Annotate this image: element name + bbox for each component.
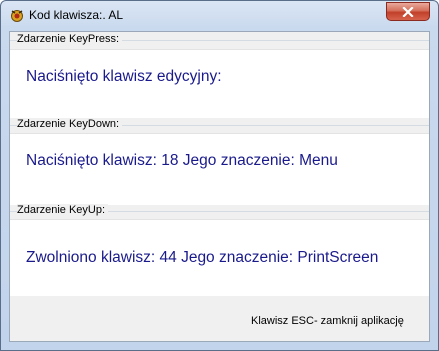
keypress-group: Zdarzenie KeyPress: Naciśnięto klawisz e… xyxy=(10,32,429,120)
keydown-group: Zdarzenie KeyDown: Naciśnięto klawisz: 1… xyxy=(10,118,429,206)
app-icon[interactable] xyxy=(9,7,25,23)
client-area: Zdarzenie KeyPress: Naciśnięto klawisz e… xyxy=(9,31,430,342)
keydown-text: Naciśnięto klawisz: 18 Jego znaczenie: M… xyxy=(26,152,338,169)
window-title: Kod klawisza:. AL xyxy=(29,8,124,22)
keypress-label: Zdarzenie KeyPress: xyxy=(17,33,123,45)
keydown-label: Zdarzenie KeyDown: xyxy=(17,118,123,130)
keyup-box: Zwolniono klawisz: 44 Jego znaczenie: Pr… xyxy=(10,219,429,296)
keydown-box: Naciśnięto klawisz: 18 Jego znaczenie: M… xyxy=(10,133,429,205)
footer-hint: Klawisz ESC- zamknij aplikację xyxy=(251,315,404,327)
keypress-text: Naciśnięto klawisz edycyjny: xyxy=(26,68,222,85)
keyup-text: Zwolniono klawisz: 44 Jego znaczenie: Pr… xyxy=(26,249,379,266)
keypress-box: Naciśnięto klawisz edycyjny: xyxy=(10,49,429,118)
close-button[interactable] xyxy=(386,2,430,21)
keyup-label: Zdarzenie KeyUp: xyxy=(17,204,109,216)
keyup-group: Zdarzenie KeyUp: Zwolniono klawisz: 44 J… xyxy=(10,204,429,296)
close-icon xyxy=(402,7,414,17)
title-bar[interactable]: Kod klawisza:. AL xyxy=(1,1,438,29)
app-window: Kod klawisza:. AL Zdarzenie KeyPress: Na… xyxy=(0,0,439,351)
